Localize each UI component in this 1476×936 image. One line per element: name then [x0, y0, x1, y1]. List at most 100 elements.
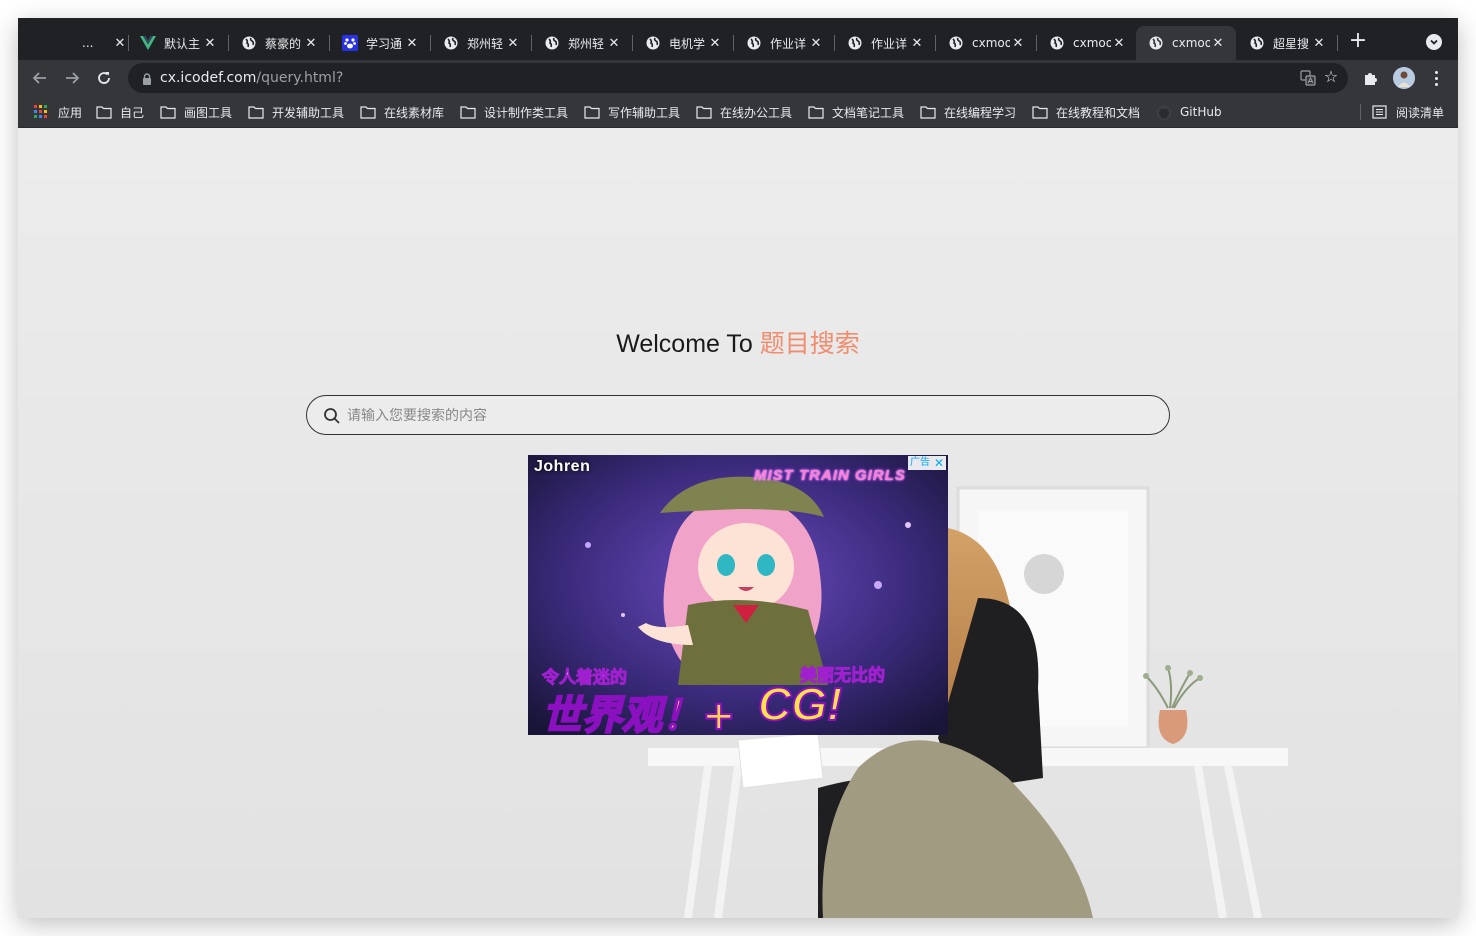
tab-title: 学习通 — [366, 36, 403, 51]
folder-icon — [920, 105, 936, 119]
globe-icon — [948, 35, 964, 51]
page-title: Welcome To 题目搜索 — [18, 324, 1458, 360]
tab-title: 郑州轻 — [568, 36, 605, 51]
tab-search-chevron-icon[interactable] — [1426, 34, 1442, 50]
bookmark-folder[interactable]: 开发辅助工具 — [248, 103, 344, 121]
close-icon[interactable]: ✕ — [112, 35, 128, 51]
globe-icon — [645, 35, 661, 51]
bookmark-star-icon[interactable]: ☆ — [1322, 68, 1340, 86]
bookmark-folder[interactable]: 在线办公工具 — [696, 103, 792, 121]
reading-list-button[interactable]: 阅读清单 — [1372, 103, 1444, 121]
bookmark-folder[interactable]: 设计制作类工具 — [460, 103, 568, 121]
bookmark-folder[interactable]: 在线教程和文档 — [1032, 103, 1140, 121]
tab-8[interactable]: 作业详 ✕ — [835, 26, 935, 60]
search-input[interactable] — [347, 404, 1127, 428]
tab-4[interactable]: 郑州轻 ✕ — [431, 26, 531, 60]
reload-icon[interactable] — [92, 66, 116, 90]
bookmark-label: 文档笔记工具 — [832, 105, 905, 120]
tab-title: cxmoo — [972, 36, 1010, 50]
bookmark-folder[interactable]: 自己 — [96, 103, 144, 121]
bookmark-folder[interactable]: 在线编程学习 — [920, 103, 1016, 121]
tab-1[interactable]: 默认主 ✕ — [128, 26, 228, 60]
search-box[interactable] — [306, 395, 1170, 435]
bookmark-folder[interactable]: 文档笔记工具 — [808, 103, 904, 121]
tab-3[interactable]: 学习通 ✕ — [330, 26, 430, 60]
bookmark-folder[interactable]: 在线素材库 — [360, 103, 444, 121]
tab-7[interactable]: 作业详 ✕ — [734, 26, 834, 60]
close-icon[interactable]: ✕ — [606, 35, 622, 51]
tab-0[interactable]: ... ✕ — [46, 26, 138, 60]
translate-icon[interactable] — [1300, 70, 1316, 86]
globe-icon — [1049, 35, 1065, 51]
tab-11-active[interactable]: cxmoo ✕ — [1136, 26, 1236, 60]
tab-12[interactable]: 超星搜 ✕ — [1237, 26, 1337, 60]
close-icon[interactable]: ✕ — [1210, 35, 1226, 51]
close-icon[interactable]: ✕ — [202, 35, 218, 51]
bookmark-folder[interactable]: 写作辅助工具 — [584, 103, 680, 121]
ad-tagline-big-right: CG! — [757, 677, 843, 731]
blank-icon — [58, 35, 74, 51]
welcome-accent: 题目搜索 — [759, 330, 860, 358]
tab-10[interactable]: cxmoo ✕ — [1037, 26, 1137, 60]
reading-list-label: 阅读清单 — [1396, 105, 1445, 120]
bookmark-folder[interactable]: 画图工具 — [160, 103, 232, 121]
tab-9[interactable]: cxmoo ✕ — [936, 26, 1036, 60]
close-icon[interactable]: ✕ — [707, 35, 723, 51]
folder-icon — [360, 105, 376, 119]
globe-icon — [746, 35, 762, 51]
apps-grid-icon — [34, 105, 50, 119]
ad-close-icon[interactable]: ✕ — [932, 456, 946, 470]
close-icon[interactable]: ✕ — [1010, 35, 1026, 51]
bookmark-label: 画图工具 — [184, 105, 233, 120]
forward-arrow-icon[interactable] — [60, 66, 84, 90]
close-icon[interactable]: ✕ — [1111, 35, 1127, 51]
search-icon[interactable] — [323, 407, 341, 425]
tab-title: cxmoo — [1172, 36, 1210, 50]
url-text[interactable]: cx.icodef.com/query.html? — [160, 70, 343, 86]
bookmark-label: 设计制作类工具 — [484, 105, 569, 120]
new-tab-button[interactable]: + — [1346, 30, 1370, 54]
ad-banner[interactable]: Johren MIST TRAIN GIRLS 广告 ✕ 令人着迷的 世界观！+… — [528, 455, 948, 735]
folder-icon — [460, 105, 476, 119]
close-icon[interactable]: ✕ — [808, 35, 824, 51]
tab-title: 作业详 — [871, 36, 908, 51]
profile-avatar[interactable] — [1393, 67, 1415, 89]
paw-icon — [342, 35, 358, 51]
close-icon[interactable]: ✕ — [404, 35, 420, 51]
tab-title: 默认主 — [164, 36, 201, 51]
address-bar[interactable]: cx.icodef.com/query.html? ☆ — [128, 63, 1348, 93]
folder-icon — [808, 105, 824, 119]
folder-icon — [584, 105, 600, 119]
close-icon[interactable]: ✕ — [505, 35, 521, 51]
extensions-puzzle-icon[interactable] — [1362, 69, 1380, 87]
ad-tagline-big: 世界观！+ — [541, 692, 737, 735]
folder-icon — [160, 105, 176, 119]
ad-brand: Johren — [534, 458, 591, 475]
tab-5[interactable]: 郑州轻 ✕ — [532, 26, 632, 60]
tab-title: 蔡豪的 — [265, 36, 302, 51]
web-page: Welcome To 题目搜索 请输入您要搜索的内容 Johren MIST T… — [18, 128, 1458, 918]
bookmark-label: 开发辅助工具 — [272, 105, 345, 120]
vue-icon — [140, 35, 156, 51]
close-icon[interactable]: ✕ — [909, 35, 925, 51]
bookmark-label: 在线素材库 — [384, 105, 445, 120]
tab-6[interactable]: 电机学 ✕ — [633, 26, 733, 60]
tab-title: 超星搜 — [1273, 36, 1310, 51]
browser-toolbar: cx.icodef.com/query.html? ☆ — [18, 60, 1458, 96]
tab-2[interactable]: 蔡豪的 ✕ — [229, 26, 329, 60]
kebab-menu-icon[interactable] — [1428, 68, 1444, 88]
back-arrow-icon[interactable] — [28, 66, 52, 90]
folder-icon — [96, 105, 112, 119]
bookmark-apps[interactable]: 应用 — [34, 103, 82, 121]
github-icon — [1156, 105, 1172, 121]
lock-icon[interactable] — [140, 71, 154, 85]
globe-icon — [544, 35, 560, 51]
close-icon[interactable]: ✕ — [303, 35, 319, 51]
bookmark-github[interactable]: GitHub — [1156, 103, 1222, 121]
bookmark-label: 自己 — [120, 105, 145, 120]
bookmark-label: 应用 — [58, 105, 83, 120]
folder-icon — [248, 105, 264, 119]
close-icon[interactable]: ✕ — [1311, 35, 1327, 51]
folder-icon — [1032, 105, 1048, 119]
tab-strip: ... ✕ 默认主 ✕ 蔡豪的 ✕ 学习通 ✕ 郑州轻 ✕ 郑州轻 ✕ 电机学 … — [18, 18, 1458, 60]
